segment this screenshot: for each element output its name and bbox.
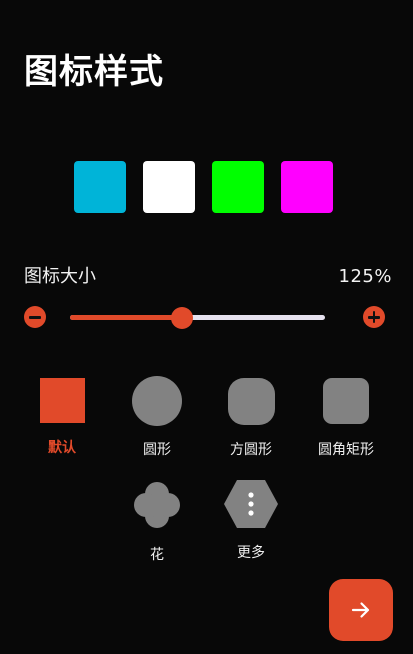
color-swatch-white[interactable] — [143, 161, 195, 213]
hexagon-more-icon — [223, 479, 279, 529]
shape-label: 更多 — [237, 545, 265, 561]
shape-option-squircle[interactable]: 方圆形 — [203, 376, 299, 459]
shape-label: 默认 — [48, 440, 76, 456]
page-title: 图标样式 — [24, 52, 164, 92]
color-swatch-cyan[interactable] — [74, 161, 126, 213]
shape-option-flower[interactable]: 花 — [109, 479, 205, 564]
shape-label: 圆角矩形 — [318, 442, 374, 458]
color-swatch-green[interactable] — [212, 161, 264, 213]
icon-size-slider[interactable] — [70, 307, 325, 329]
increase-size-button[interactable] — [363, 306, 385, 328]
shape-label: 花 — [150, 547, 164, 563]
flower-shape-icon — [131, 479, 183, 531]
decrease-size-button[interactable] — [24, 306, 46, 328]
icon-size-header: 图标大小 125% — [24, 266, 392, 288]
icon-size-slider-row — [24, 306, 387, 330]
shape-option-default[interactable]: 默认 — [14, 376, 110, 457]
shape-option-rounded-rect[interactable]: 圆角矩形 — [298, 376, 394, 459]
next-button[interactable] — [329, 579, 393, 641]
icon-size-label: 图标大小 — [24, 266, 96, 287]
slider-thumb[interactable] — [171, 307, 194, 329]
square-shape-icon — [39, 378, 85, 423]
rounded-rect-shape-icon — [323, 378, 369, 424]
slider-fill — [70, 315, 183, 320]
shape-option-circle[interactable]: 圆形 — [109, 376, 205, 459]
icon-size-value: 125% — [338, 266, 392, 287]
color-swatch-magenta[interactable] — [281, 161, 333, 213]
shape-option-more[interactable]: 更多 — [203, 479, 299, 562]
squircle-shape-icon — [227, 378, 275, 425]
color-swatch-row — [74, 161, 333, 213]
shape-label: 方圆形 — [230, 442, 272, 458]
arrow-right-icon — [351, 602, 370, 618]
minus-icon — [29, 316, 41, 319]
shape-label: 圆形 — [143, 442, 171, 458]
circle-shape-icon — [132, 376, 182, 426]
